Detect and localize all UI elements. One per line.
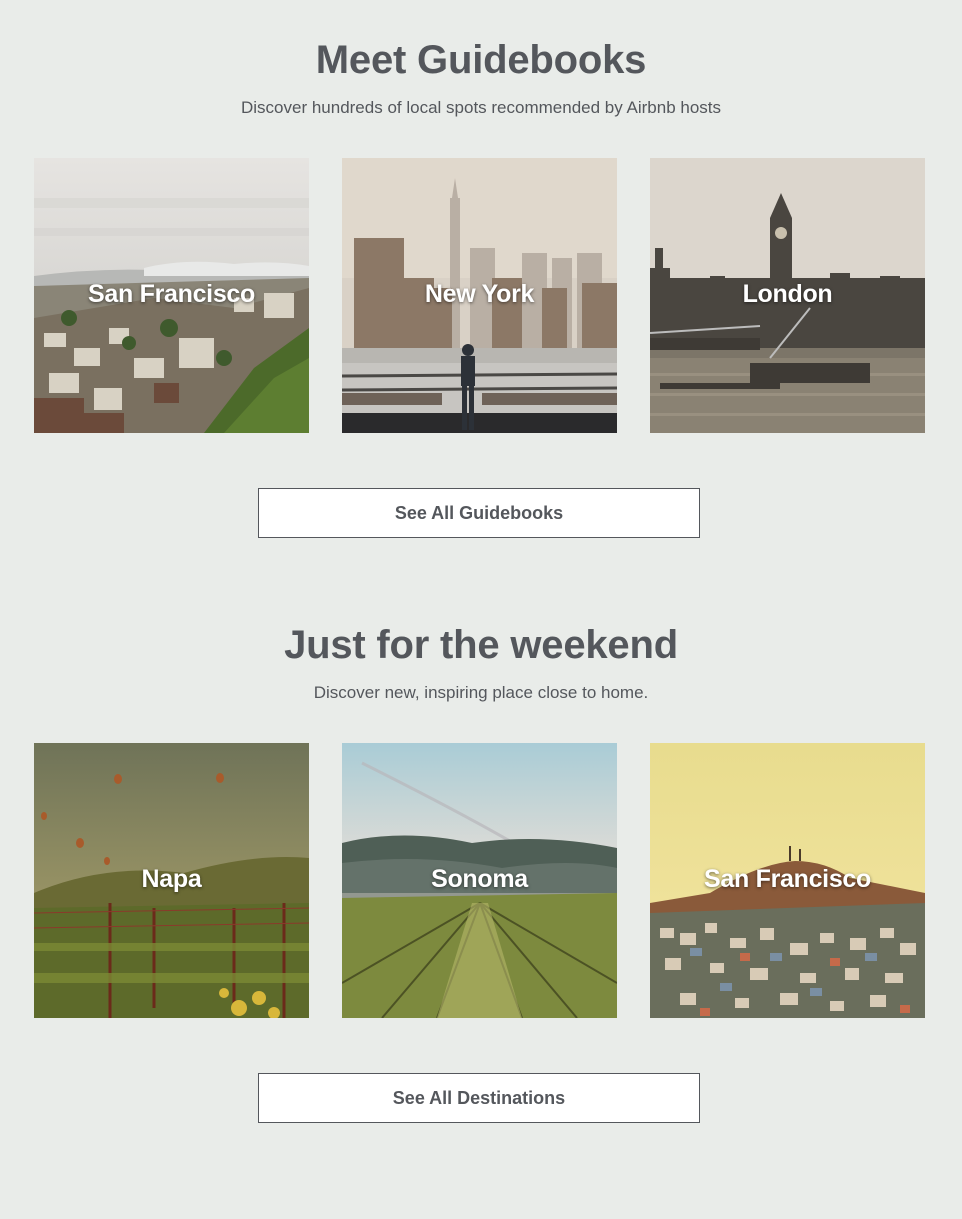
- card-label: Napa: [141, 865, 202, 893]
- card-label: New York: [424, 280, 535, 308]
- see-all-guidebooks-button[interactable]: See All Guidebooks: [258, 488, 700, 538]
- card-label: San Francisco: [704, 865, 871, 893]
- guidebook-card-new-york[interactable]: New York: [342, 158, 617, 433]
- section-subtitle: Discover hundreds of local spots recomme…: [240, 98, 722, 117]
- destination-card-napa[interactable]: Napa: [34, 743, 309, 1018]
- destination-card-san-francisco[interactable]: San Francisco: [650, 743, 925, 1018]
- card-label: London: [742, 280, 833, 308]
- guidebook-card-san-francisco[interactable]: San Francisco: [34, 158, 309, 433]
- card-label: San Francisco: [88, 280, 255, 308]
- destination-card-sonoma[interactable]: Sonoma: [342, 743, 617, 1018]
- guidebook-card-london[interactable]: London: [650, 158, 925, 433]
- section-title: Meet Guidebooks: [315, 38, 647, 82]
- see-all-destinations-button[interactable]: See All Destinations: [258, 1073, 700, 1123]
- section-subtitle: Discover new, inspiring place close to h…: [313, 683, 649, 702]
- card-label: Sonoma: [431, 865, 528, 893]
- section-title: Just for the weekend: [284, 623, 678, 667]
